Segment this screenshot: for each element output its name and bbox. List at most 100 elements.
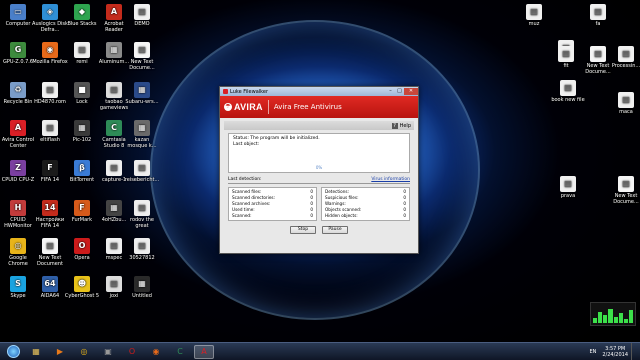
desktop-icon[interactable]: ▤ reisebericht... (124, 160, 160, 183)
desktop-icon[interactable]: ■ Lock (64, 82, 100, 105)
stop-button[interactable]: Stop (290, 226, 316, 234)
desktop-icon[interactable]: H CPUID HWMonitor (0, 200, 36, 229)
desktop-icon[interactable]: ▭ Computer (0, 4, 36, 27)
taskbar-avira-icon[interactable]: A (194, 344, 214, 359)
desktop-icon[interactable]: Z CPUID CPU-Z (0, 160, 36, 183)
desktop-icon[interactable]: ▤ DEMO (124, 4, 160, 27)
desktop-icon[interactable]: F FIFA 14 (32, 160, 68, 183)
desktop-icon-label: Google Chrome (8, 255, 28, 267)
desktop-icon[interactable]: ◆ Blue Stacks (64, 4, 100, 27)
taskbar-media-icon[interactable]: ▶ (50, 345, 70, 359)
desktop-icon-image: ▤ (134, 160, 150, 176)
desktop-icon[interactable]: β BitTorrent (64, 160, 100, 183)
stat-row: Hidden objects: 0 (325, 213, 406, 219)
desktop-icon[interactable]: F FurMark (64, 200, 100, 223)
desktop-icon[interactable]: ▤ fit (548, 46, 584, 69)
desktop-icon-image: G (10, 42, 26, 58)
desktop-icon[interactable]: G GPU-Z.0.7.6 (0, 42, 36, 65)
desktop-icon-label: FurMark (71, 217, 93, 223)
help-bar: ? Help (224, 121, 414, 130)
avira-banner: ☂ AVIRA Avira Free Antivirus (220, 96, 418, 118)
help-link[interactable]: Help (400, 123, 411, 129)
desktop-icon[interactable]: ▦ Pic-102 (64, 120, 100, 143)
taskbar-chrome-icon[interactable]: ◎ (74, 345, 94, 359)
pause-button[interactable]: Pause (322, 226, 348, 234)
desktop-icon[interactable]: ◉ Mozilla Firefox (32, 42, 68, 65)
desktop-icon[interactable]: ▤ book new file (550, 80, 586, 103)
desktop-icon-label: Untitled (132, 293, 152, 299)
desktop-icon[interactable]: ▤ Processin... (608, 46, 640, 69)
system-tray: EN 3:57 PM 2/24/2014 (589, 342, 640, 360)
taskbar-explorer-icon[interactable]: ▦ (26, 345, 46, 359)
desktop-icon-label: New Text Docume... (129, 59, 155, 71)
window-titlebar[interactable]: Luke Filewalker – □ ✕ (220, 87, 418, 96)
product-name: Avira Free Antivirus (273, 103, 342, 111)
desktop-icon-label: eltiflash (40, 137, 60, 143)
desktop-icon-label: Pic-102 (72, 137, 92, 143)
desktop-icon-image: ▦ (74, 120, 90, 136)
taskbar-opera-icon[interactable]: O (122, 345, 142, 359)
clock[interactable]: 3:57 PM 2/24/2014 (602, 346, 628, 358)
desktop-icon-label: Processin... (611, 63, 640, 69)
scan-stats-left: Scanned files: 0 Scanned directories: 0 Scan… (228, 187, 317, 221)
desktop-icon[interactable]: ▤ eltiflash (32, 120, 68, 143)
desktop-icon[interactable]: ▤ 30527812 (124, 238, 160, 261)
language-indicator[interactable]: EN (589, 349, 596, 355)
show-desktop-button[interactable] (631, 342, 636, 360)
desktop-icon[interactable]: ▦ Untitled (124, 276, 160, 299)
desktop-icon[interactable]: ▤ prava (550, 176, 586, 199)
desktop-icon[interactable]: O Opera (64, 238, 100, 261)
desktop-icon-image: ▤ (590, 4, 606, 20)
desktop-icon-label: CyberGhost 5 (64, 293, 100, 299)
desktop-icon[interactable]: ▤ muz (516, 4, 552, 27)
desktop-icon-image: F (42, 160, 58, 176)
desktop-icon-image: ▤ (74, 42, 90, 58)
desktop-icon[interactable]: ▤ HD4870.rom (32, 82, 68, 105)
stat-label: Scanned: (232, 213, 252, 218)
desktop-icon-label: GPU-Z.0.7.6 (2, 59, 34, 65)
desktop-icon[interactable]: ▤ New Text Docume... (124, 42, 160, 71)
desktop-icon-label: fit (563, 63, 569, 69)
desktop-icon-image: ▤ (590, 46, 606, 62)
desktop-icon[interactable]: ▦ kazan mosque k... (124, 120, 160, 149)
help-icon[interactable]: ? (391, 122, 398, 129)
desktop-icon[interactable]: A Avira Control Center (0, 120, 36, 149)
desktop-icon[interactable]: ▤ rodov the great (124, 200, 160, 229)
desktop-icon[interactable]: ◈ Auslogics Disk Defra... (32, 4, 68, 33)
start-button[interactable] (4, 344, 22, 360)
desktop-icon-image: ▭ (10, 4, 26, 20)
desktop-icon[interactable]: ▤ New Text Document (32, 238, 68, 267)
desktop-icon-label: Настройки FIFA 14 (35, 217, 65, 229)
desktop-icon[interactable]: ▤ remi (64, 42, 100, 65)
desktop-icon[interactable]: ☻ CyberGhost 5 (64, 276, 100, 299)
stat-value: 0 (403, 213, 406, 218)
desktop-icon-image: Z (10, 160, 26, 176)
taskbar-firefox-icon[interactable]: ◉ (146, 345, 166, 359)
desktop-icon-label: rodov the great (130, 217, 154, 229)
desktop-icon[interactable]: ♻ Recycle Bin (0, 82, 36, 105)
desktop-icon[interactable]: S Skype (0, 276, 36, 299)
minimize-icon[interactable]: – (386, 88, 395, 95)
desktop-icon[interactable]: ▤ fa (580, 4, 616, 27)
desktop-icon[interactable]: ▤ New Text Docume... (608, 176, 640, 205)
taskbar-cmd-icon[interactable]: ▣ (98, 345, 118, 359)
desktop-icon-image: O (74, 238, 90, 254)
desktop-icon-image: 64 (42, 276, 58, 292)
desktop-icon[interactable]: ▤ maca (608, 92, 640, 115)
taskbar-items: ▦ ▶ ◎ ▣ O ◉ C A (26, 344, 218, 359)
desktop-icon-label: Recycle Bin (3, 99, 33, 105)
desktop-icon[interactable]: ▦ Subaru-wrs... (124, 82, 160, 105)
desktop-icon[interactable]: 14 Настройки FIFA 14 (32, 200, 68, 229)
avira-app-icon (223, 89, 228, 94)
virus-information-link[interactable]: Virus information (371, 177, 410, 182)
desktop-icon-image: ☻ (74, 276, 90, 292)
maximize-icon[interactable]: □ (395, 88, 404, 95)
status-box: Status: The program will be initialized.… (228, 133, 410, 173)
audio-meter-gadget (590, 302, 636, 326)
desktop-icon-label: Mozilla Firefox (32, 59, 68, 65)
desktop-icon-label: book new file (551, 97, 585, 103)
desktop-icon[interactable]: 64 AIDA64 (32, 276, 68, 299)
desktop-icon[interactable]: ◎ Google Chrome (0, 238, 36, 267)
close-icon[interactable]: ✕ (404, 88, 418, 95)
taskbar-camtasia-icon[interactable]: C (170, 345, 190, 359)
